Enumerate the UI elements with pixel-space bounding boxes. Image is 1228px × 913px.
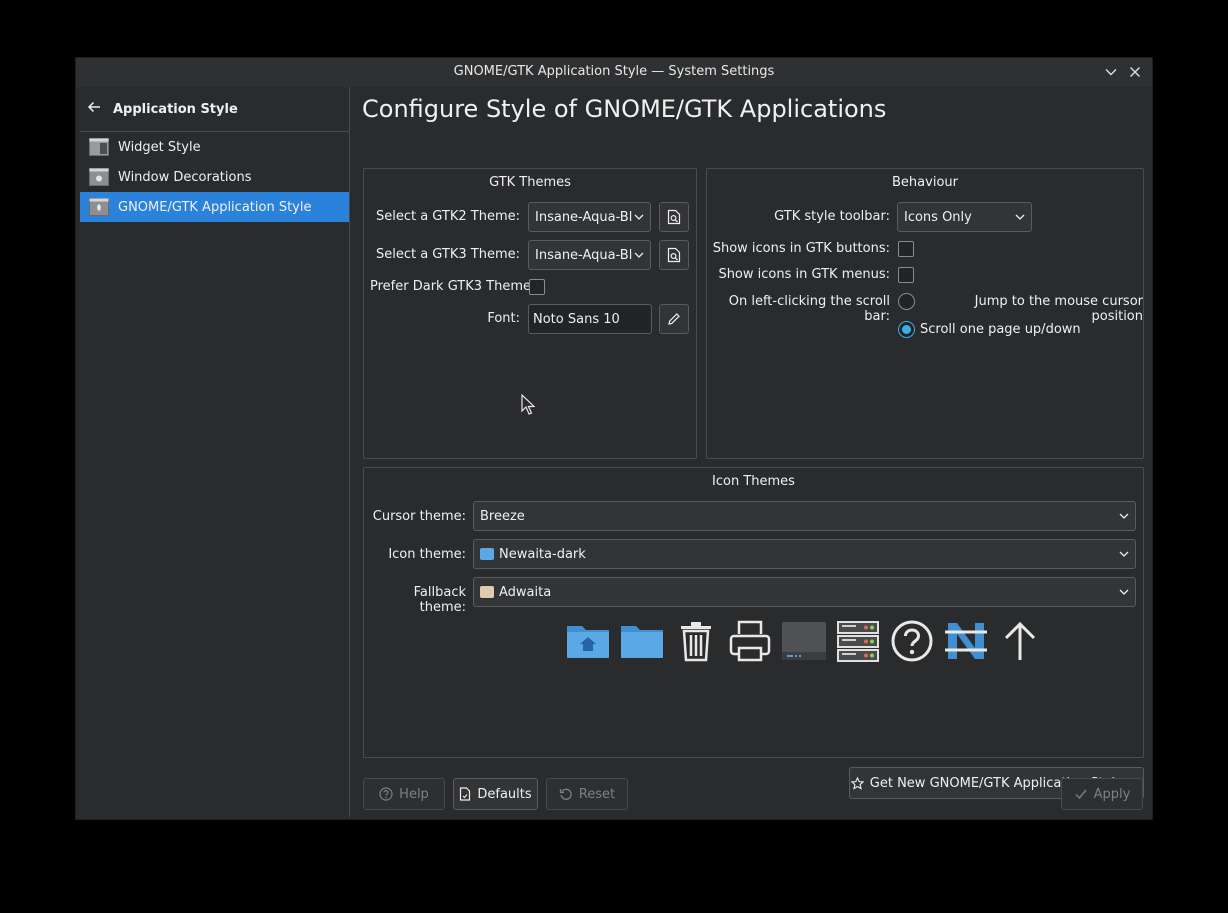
home-folder-icon [565, 618, 611, 664]
cursor-theme-label: Cursor theme: [372, 509, 466, 524]
toolbar-style-select[interactable]: Icons Only [897, 202, 1032, 232]
chevron-down-icon [1118, 548, 1130, 560]
scrollbar-click-label: On left-clicking the scroll bar: [728, 294, 890, 324]
document-preview-icon [667, 209, 681, 225]
gtk3-theme-value: Insane-Aqua-Blu [535, 247, 641, 263]
apply-button[interactable]: Apply [1061, 778, 1143, 810]
folder-icon [480, 548, 494, 560]
sidebar-title: Application Style [113, 101, 238, 117]
gtk3-theme-label: Select a GTK3 Theme: [375, 247, 520, 262]
go-up-icon [997, 618, 1043, 664]
help-icon [379, 787, 393, 801]
folder-icon [480, 586, 494, 598]
star-icon [850, 776, 864, 790]
reset-label: Reset [578, 786, 616, 802]
chevron-down-icon [633, 249, 645, 261]
sidebar-item-label: Widget Style [118, 139, 201, 155]
chevron-down-icon[interactable] [1102, 63, 1120, 81]
font-field[interactable]: Noto Sans 10 [528, 304, 652, 334]
prefer-dark-checkbox[interactable] [529, 279, 545, 295]
icon-theme-label: Icon theme: [388, 547, 466, 562]
scroll-page-label[interactable]: Scroll one page up/down [920, 322, 1081, 337]
sidebar-item-label: Window Decorations [118, 169, 252, 185]
gtk-style-icon [89, 198, 109, 216]
font-label: Font: [487, 311, 520, 326]
pencil-icon [668, 313, 680, 325]
font-value: Noto Sans 10 [533, 311, 620, 327]
fallback-theme-select[interactable]: Adwaita [473, 577, 1136, 607]
chevron-down-icon [1118, 510, 1130, 522]
gtk2-theme-select[interactable]: Insane-Aqua-Blu [528, 202, 651, 232]
gtk3-preview-button[interactable] [659, 240, 689, 270]
document-defaults-icon [460, 787, 471, 801]
help-label: Help [399, 786, 429, 802]
scroll-jump-radio[interactable] [898, 293, 915, 310]
title-bar[interactable]: GNOME/GTK Application Style — System Set… [76, 58, 1152, 87]
document-preview-icon [667, 247, 681, 263]
gtk2-theme-label: Select a GTK2 Theme: [375, 209, 520, 224]
fallback-theme-value: Adwaita [499, 584, 552, 600]
defaults-button[interactable]: Defaults [453, 778, 538, 810]
icons-buttons-checkbox[interactable] [898, 241, 914, 257]
settings-window: GNOME/GTK Application Style — System Set… [75, 57, 1153, 820]
close-icon[interactable] [1126, 63, 1144, 81]
newaita-logo-icon [943, 618, 989, 664]
chevron-down-icon [1118, 586, 1130, 598]
icons-menus-label: Show icons in GTK menus: [718, 267, 890, 282]
folder-icon [619, 618, 665, 664]
sidebar-item-widget-style[interactable]: Widget Style [80, 132, 349, 162]
font-edit-button[interactable] [659, 304, 689, 334]
sidebar: Application Style Widget Style Window De… [76, 87, 349, 820]
main-panel: Configure Style of GNOME/GTK Application… [350, 87, 1153, 820]
drive-icon [781, 618, 827, 664]
sidebar-item-window-decorations[interactable]: Window Decorations [80, 162, 349, 192]
icon-themes-group: Icon Themes Cursor theme: Breeze Icon th… [363, 467, 1144, 758]
cursor-theme-select[interactable]: Breeze [473, 501, 1136, 531]
window-title: GNOME/GTK Application Style — System Set… [453, 64, 775, 79]
toolbar-style-label: GTK style toolbar: [774, 209, 890, 224]
window-decorations-icon [89, 168, 109, 186]
server-icon [835, 618, 881, 664]
group-title: GTK Themes [489, 175, 571, 190]
sidebar-item-gtk-style[interactable]: GNOME/GTK Application Style [80, 192, 349, 222]
icons-menus-checkbox[interactable] [898, 267, 914, 283]
reset-button[interactable]: Reset [546, 778, 628, 810]
help-icon [889, 618, 935, 664]
sidebar-back-header[interactable]: Application Style [80, 87, 349, 132]
scroll-jump-label[interactable]: Jump to the mouse cursor position [920, 294, 1143, 324]
cursor-theme-value: Breeze [480, 508, 525, 524]
scroll-page-radio[interactable] [898, 321, 915, 338]
apply-label: Apply [1093, 786, 1131, 802]
gtk2-preview-button[interactable] [659, 202, 689, 232]
mouse-pointer-icon [521, 393, 536, 420]
icons-buttons-label: Show icons in GTK buttons: [712, 241, 890, 256]
back-arrow-icon[interactable] [87, 100, 111, 118]
icon-theme-value: Newaita-dark [499, 546, 586, 562]
sidebar-item-label: GNOME/GTK Application Style [118, 199, 312, 215]
gtk2-theme-value: Insane-Aqua-Blu [535, 209, 641, 225]
group-title: Icon Themes [712, 474, 795, 489]
icon-theme-select[interactable]: Newaita-dark [473, 539, 1136, 569]
toolbar-style-value: Icons Only [904, 209, 972, 225]
trash-icon [673, 618, 719, 664]
gtk3-theme-select[interactable]: Insane-Aqua-Blu [528, 240, 651, 270]
group-title: Behaviour [892, 175, 958, 190]
widget-style-icon [89, 138, 109, 156]
checkmark-icon [1075, 789, 1087, 800]
reset-icon [559, 788, 572, 800]
prefer-dark-label: Prefer Dark GTK3 Theme [370, 279, 532, 294]
fallback-theme-label: Fallback theme: [413, 585, 466, 615]
printer-icon [727, 618, 773, 664]
defaults-label: Defaults [477, 786, 532, 802]
page-title: Configure Style of GNOME/GTK Application… [362, 95, 887, 123]
behaviour-group: Behaviour GTK style toolbar: Icons Only … [706, 168, 1144, 459]
chevron-down-icon [633, 211, 645, 223]
chevron-down-icon [1014, 211, 1026, 223]
help-button[interactable]: Help [363, 778, 445, 810]
